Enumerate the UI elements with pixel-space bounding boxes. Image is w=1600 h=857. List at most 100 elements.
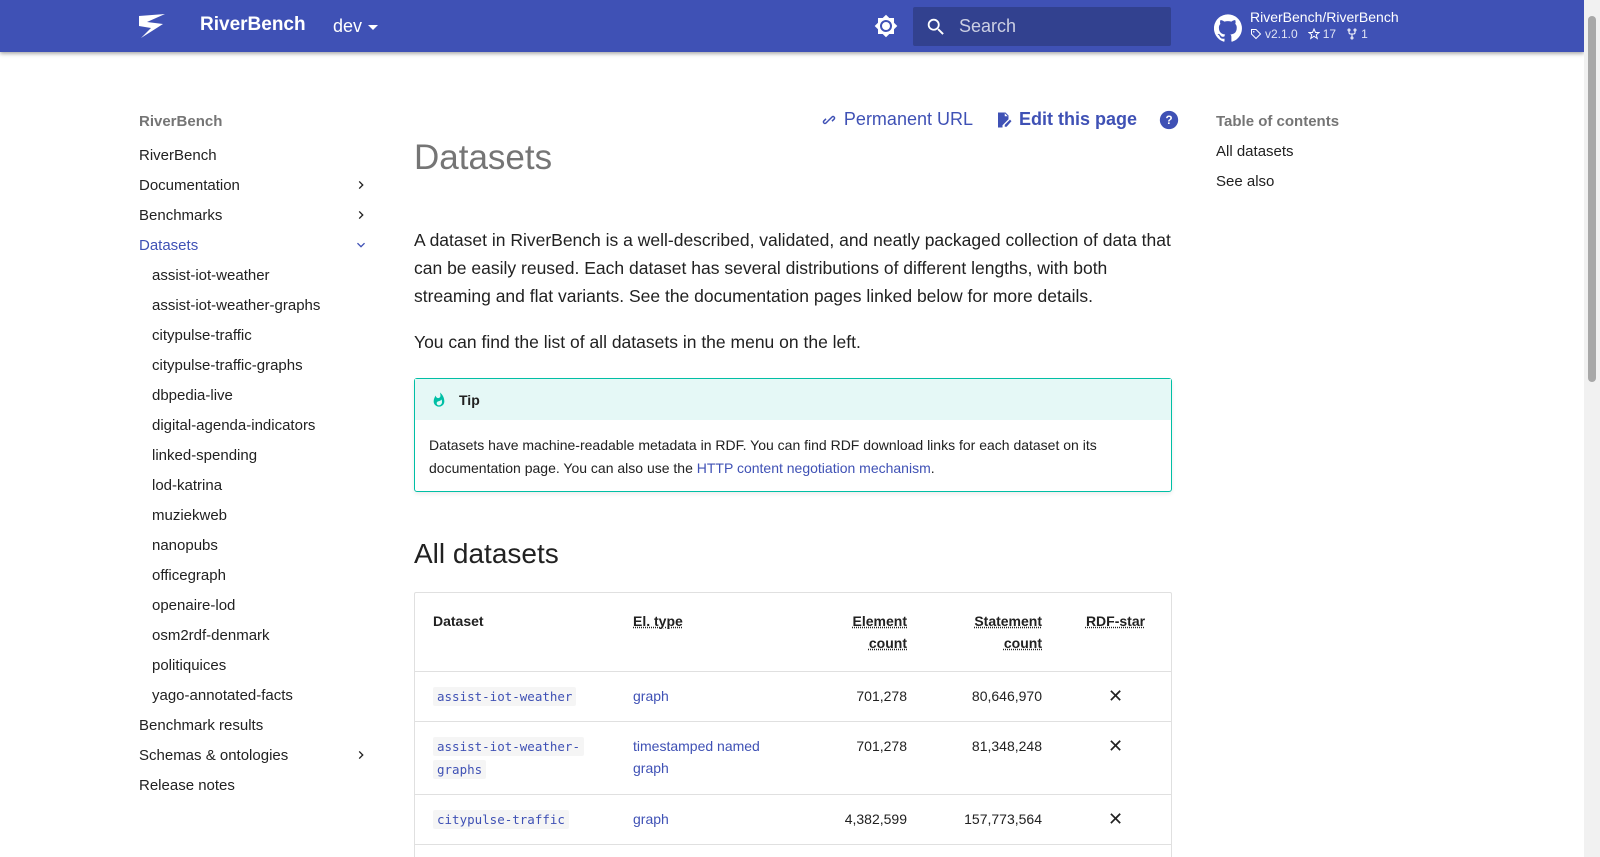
nav-item-documentation[interactable]: Documentation — [139, 170, 369, 200]
col-header-dataset[interactable]: Dataset — [415, 593, 615, 672]
scrollbar-thumb[interactable] — [1588, 16, 1596, 382]
nav-item-schemas[interactable]: Schemas & ontologies — [139, 740, 369, 770]
search-icon — [927, 18, 944, 35]
dataset-link-label: muziekweb — [152, 506, 228, 524]
cell-dataset: citypulse-traffic — [415, 794, 615, 845]
sidebar-nav: RiverBench RiverBench Documentation Benc… — [139, 110, 369, 800]
sidebar-item-dataset[interactable]: nanopubs — [152, 530, 369, 560]
col-header-rdf-star[interactable]: RDF-star — [1060, 593, 1171, 672]
github-icon — [1214, 14, 1242, 42]
nav-item-riverbench[interactable]: RiverBench — [139, 140, 369, 170]
cell-el-type: graph — [615, 794, 795, 845]
tip-title: Tip — [459, 391, 480, 408]
chevron-right-icon — [358, 181, 364, 189]
cell-rdf-star: ✕ — [1060, 671, 1171, 722]
svg-text:?: ? — [1165, 114, 1172, 127]
cell-element-count: 701,278 — [795, 671, 925, 722]
chevron-right-icon — [358, 211, 364, 219]
dataset-link-label: assist-iot-weather — [152, 266, 270, 284]
table-of-contents: Table of contents All datasets See also — [1216, 110, 1339, 200]
nav-item-label: Documentation — [139, 176, 240, 194]
statement-count-line2: count — [1003, 635, 1042, 651]
nav-item-datasets[interactable]: Datasets — [139, 230, 369, 260]
help-icon[interactable]: ? — [1159, 110, 1179, 130]
github-repo-link[interactable]: RiverBench/RiverBench v2.1.0 17 1 — [1214, 8, 1399, 42]
nav-item-benchmarks[interactable]: Benchmarks — [139, 200, 369, 230]
sidebar-item-dataset[interactable]: muziekweb — [152, 500, 369, 530]
sidebar-item-dataset[interactable]: yago-annotated-facts — [152, 680, 369, 710]
dataset-link-label: nanopubs — [152, 536, 218, 554]
edit-page-link[interactable]: Edit this page — [995, 109, 1137, 130]
caret-down-icon — [368, 25, 379, 30]
brightness-icon[interactable] — [874, 14, 898, 38]
sidebar-item-dataset[interactable]: assist-iot-weather-graphs — [152, 290, 369, 320]
nav-item-label: Schemas & ontologies — [139, 746, 289, 764]
sidebar-item-dataset[interactable]: assist-iot-weather — [152, 260, 369, 290]
toc-item-see-also[interactable]: See also — [1216, 170, 1339, 200]
nav-title: RiverBench — [139, 113, 223, 130]
nav-item-label: Release notes — [139, 776, 235, 794]
search-input[interactable] — [959, 16, 1159, 37]
sidebar-item-dataset[interactable]: citypulse-traffic — [152, 320, 369, 350]
toc-title: Table of contents — [1216, 113, 1340, 130]
riverbench-logo-icon[interactable] — [137, 12, 167, 40]
dataset-link-label: citypulse-traffic-graphs — [152, 356, 303, 374]
el-type-line1: timestamped named — [633, 738, 760, 754]
cell-el-type: graph — [615, 671, 795, 722]
dataset-link-label: lod-katrina — [152, 476, 223, 494]
intro-paragraph-2: You can find the list of all datasets in… — [414, 332, 861, 352]
sidebar-item-dataset[interactable]: openaire-lod — [152, 590, 369, 620]
statement-count-abbr: Statement count — [974, 613, 1042, 651]
sidebar-item-dataset[interactable]: lod-katrina — [152, 470, 369, 500]
el-type-link[interactable]: timestamped named graph — [633, 738, 760, 776]
link-icon — [822, 115, 836, 124]
search-box[interactable] — [913, 7, 1171, 46]
nav-item-benchmark-results[interactable]: Benchmark results — [139, 710, 369, 740]
col-header-statement-count[interactable]: Statement count — [925, 593, 1060, 672]
dataset-link-label: openaire-lod — [152, 596, 236, 614]
col-header-el-type[interactable]: El. type — [615, 593, 795, 672]
version-selector[interactable]: dev — [333, 16, 379, 37]
chevron-down-icon — [357, 242, 365, 248]
tag-icon — [1251, 29, 1262, 40]
edit-page-label: Edit this page — [1018, 109, 1137, 129]
cross-icon: ✕ — [1107, 686, 1124, 706]
version-label: dev — [333, 16, 363, 36]
section-title-all-datasets: All datasets — [414, 538, 559, 569]
sidebar-item-dataset[interactable]: politiquices — [152, 650, 369, 680]
sidebar-item-dataset[interactable]: digital-agenda-indicators — [152, 410, 369, 440]
sidebar-item-dataset[interactable]: citypulse-traffic-graphs — [152, 350, 369, 380]
tip-end: . — [930, 460, 935, 476]
sidebar-item-dataset[interactable]: osm2rdf-denmark — [152, 620, 369, 650]
content-negotiation-link[interactable]: HTTP content negotiation mechanism — [697, 460, 931, 476]
table-row: citypulse-traffic graph 4,382,599 157,77… — [415, 794, 1171, 845]
repo-tag-label: v2.1.0 — [1265, 27, 1298, 41]
page-scrollbar[interactable] — [1584, 0, 1600, 857]
dataset-link-label: politiquices — [152, 656, 227, 674]
nav-item-release-notes[interactable]: Release notes — [139, 770, 369, 800]
toc-item-all-datasets[interactable]: All datasets — [1216, 140, 1339, 170]
tip-header: Tip — [415, 379, 1171, 420]
dataset-link[interactable]: assist-iot-weather — [433, 687, 577, 706]
cell-statement-count: 80,646,970 — [925, 671, 1060, 722]
repo-stars: 17 — [1307, 27, 1336, 41]
tip-admonition: Tip Datasets have machine-readable metad… — [414, 378, 1172, 492]
el-type-link[interactable]: graph — [633, 811, 669, 827]
permanent-url-link[interactable]: Permanent URL — [820, 109, 973, 130]
nav-item-label: Benchmark results — [139, 716, 264, 734]
dataset-link[interactable]: assist-iot-weather-graphs — [433, 737, 584, 779]
site-name[interactable]: RiverBench — [200, 14, 306, 36]
dataset-link-label: digital-agenda-indicators — [152, 416, 316, 434]
cell-statement-count: 157,773,564 — [925, 794, 1060, 845]
sidebar-item-dataset[interactable]: linked-spending — [152, 440, 369, 470]
dataset-link-label: dbpedia-live — [152, 386, 233, 404]
datasets-table-container: Dataset El. type Element count Statement c… — [414, 592, 1172, 857]
cell-rdf-star: ✕ — [1060, 721, 1171, 795]
sidebar-item-dataset[interactable]: officegraph — [152, 560, 369, 590]
dataset-link[interactable]: citypulse-traffic — [433, 810, 569, 829]
sidebar-item-dataset[interactable]: dbpedia-live — [152, 380, 369, 410]
col-header-element-count[interactable]: Element count — [795, 593, 925, 672]
el-type-link[interactable]: graph — [633, 688, 669, 704]
rdf-star-abbr: RDF-star — [1085, 613, 1146, 629]
element-count-line2: count — [868, 635, 907, 651]
